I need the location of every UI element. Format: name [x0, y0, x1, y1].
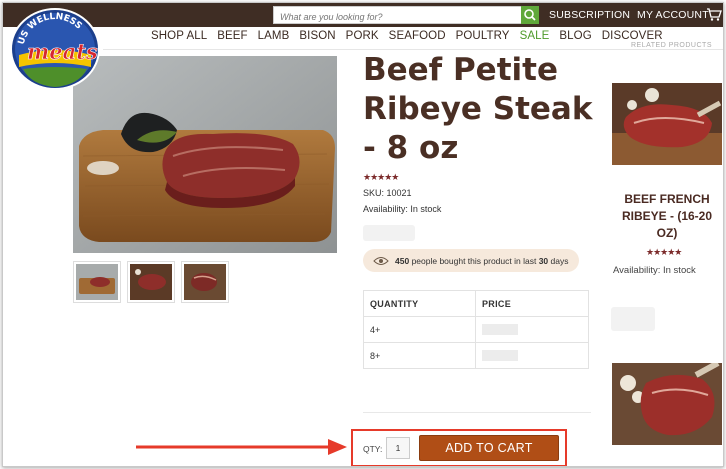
svg-text:meats: meats — [27, 39, 98, 64]
nav-sale[interactable]: SALE — [520, 30, 550, 46]
quantity-price-table: QUANTITY PRICE 4+ 8+ — [363, 290, 589, 369]
price-cell — [475, 342, 589, 369]
column-header-quantity: QUANTITY — [363, 290, 476, 317]
eye-icon — [373, 256, 389, 265]
nav-beef[interactable]: BEEF — [217, 30, 247, 46]
qty-input[interactable]: 1 — [386, 437, 410, 459]
table-row: 4+ — [363, 316, 589, 343]
search-icon — [524, 9, 536, 21]
product-rating[interactable]: ★★★★★ — [363, 172, 399, 183]
bought-count: 450 — [395, 255, 410, 266]
annotation-arrow-icon — [136, 439, 347, 455]
main-nav: SHOP ALL BEEF LAMB BISON PORK SEAFOOD PO… — [151, 30, 663, 46]
site-logo[interactable]: US WELLNESS meats — [9, 7, 101, 91]
social-proof-badge: 450 people bought this product in last 3… — [363, 249, 579, 272]
related-products-heading: RELATED PRODUCTS — [631, 42, 712, 49]
price-cell — [475, 316, 589, 343]
nav-bison[interactable]: BISON — [299, 30, 335, 46]
product-main-image[interactable] — [73, 56, 337, 253]
placeholder-block — [611, 307, 655, 331]
social-proof-text: 450 people bought this product in last 3… — [395, 256, 569, 266]
nav-blog[interactable]: BLOG — [559, 30, 591, 46]
quantity-cell: 8+ — [363, 342, 476, 369]
table-header-row: QUANTITY PRICE — [363, 290, 589, 317]
thumbnail-1[interactable] — [73, 261, 121, 303]
nav-lamb[interactable]: LAMB — [258, 30, 290, 46]
related-product-image-2[interactable] — [612, 363, 722, 445]
nav-divider — [103, 49, 723, 50]
product-sku: SKU: 10021 — [363, 188, 412, 198]
search-input[interactable] — [274, 9, 520, 25]
placeholder-block — [363, 225, 415, 241]
related-product-rating: ★★★★★ — [646, 247, 682, 257]
add-to-cart-highlight: QTY: 1 ADD TO CART — [351, 429, 567, 466]
bought-days: 30 — [538, 255, 549, 266]
add-to-cart-button[interactable]: ADD TO CART — [419, 435, 559, 461]
bought-text-mid: people bought this product in last — [411, 255, 537, 266]
product-title: Beef Petite Ribeye Steak - 8 oz — [363, 52, 593, 166]
column-header-price: PRICE — [475, 290, 589, 317]
bought-text-end: days — [550, 255, 569, 266]
cart-icon[interactable] — [706, 7, 722, 22]
thumbnail-strip — [73, 261, 229, 303]
top-bar: SUBSCRIPTION MY ACCOUNT — [3, 3, 723, 27]
nav-pork[interactable]: PORK — [346, 30, 379, 46]
nav-poultry[interactable]: POULTRY — [456, 30, 510, 46]
search-box[interactable] — [273, 6, 539, 25]
search-button[interactable] — [521, 6, 539, 24]
nav-seafood[interactable]: SEAFOOD — [389, 30, 446, 46]
section-divider — [363, 412, 591, 413]
table-row: 8+ — [363, 342, 589, 369]
my-account-link[interactable]: MY ACCOUNT — [637, 9, 709, 21]
thumbnail-3[interactable] — [181, 261, 229, 303]
browser-frame: SUBSCRIPTION MY ACCOUNT US WELLNESS meat… — [2, 2, 724, 467]
qty-label: QTY: — [363, 444, 383, 454]
related-product-availability: Availability: In stock — [613, 265, 696, 276]
price-placeholder — [482, 324, 518, 336]
related-product-title[interactable]: BEEF FRENCH RIBEYE - (16-20 OZ) — [611, 191, 723, 242]
thumbnail-2[interactable] — [127, 261, 175, 303]
subscription-link[interactable]: SUBSCRIPTION — [549, 9, 630, 21]
related-product-image-1[interactable] — [612, 83, 722, 165]
quantity-cell: 4+ — [363, 316, 476, 343]
price-placeholder — [482, 350, 518, 362]
nav-shop-all[interactable]: SHOP ALL — [151, 30, 207, 46]
product-availability: Availability: In stock — [363, 204, 442, 214]
